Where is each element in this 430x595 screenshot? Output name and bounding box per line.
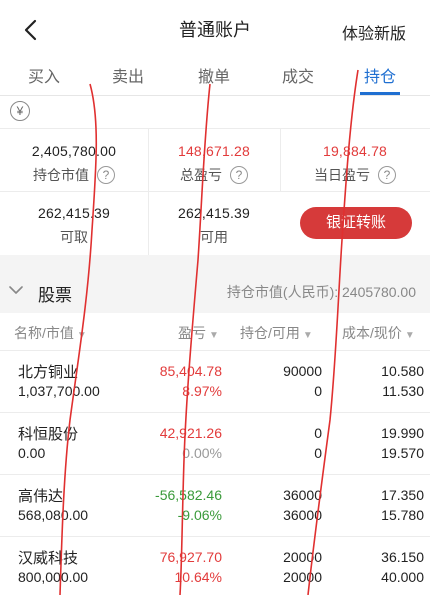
bank-securities-transfer-button[interactable]: 银证转账 bbox=[300, 207, 412, 239]
stock-section-title: 股票 bbox=[38, 286, 72, 305]
sort-icon: ▼ bbox=[302, 330, 313, 341]
withdrawable-value: 262,415.39 bbox=[37, 205, 111, 221]
stock-profit-loss-pct: 8.97% bbox=[182, 383, 222, 399]
column-cost-price[interactable]: 成本/现价 ▼ bbox=[342, 323, 415, 343]
stock-holding: 0 bbox=[314, 425, 322, 441]
stock-holding: 36000 bbox=[283, 487, 322, 503]
column-holding-available[interactable]: 持仓/可用 ▼ bbox=[240, 323, 313, 343]
stock-profit-loss: 42,921.26 bbox=[159, 425, 222, 441]
sort-icon: ▼ bbox=[76, 330, 87, 341]
position-value: 2,405,780.00 bbox=[31, 143, 117, 159]
stock-profit-loss-pct: -9.06% bbox=[177, 507, 222, 523]
stock-cost: 36.150 bbox=[381, 549, 424, 565]
experience-new-version-button[interactable]: 体验新版 bbox=[342, 20, 406, 44]
trade-tabs: 买入 卖出 撤单 成交 持仓 bbox=[0, 58, 430, 96]
help-icon[interactable]: ? bbox=[378, 166, 396, 184]
positions-column-header: 名称/市值 ▼ 盈亏 ▼ 持仓/可用 ▼ 成本/现价 ▼ bbox=[0, 313, 430, 351]
available-value: 262,415.39 bbox=[177, 205, 251, 221]
active-tab-indicator bbox=[360, 92, 400, 95]
withdrawable-label: 可取 bbox=[60, 229, 88, 245]
stock-price: 11.530 bbox=[382, 383, 424, 399]
stock-available: 0 bbox=[314, 445, 322, 461]
stock-profit-loss-pct: 0.00% bbox=[182, 445, 222, 461]
tab-deals[interactable]: 成交 bbox=[282, 63, 314, 87]
stock-holding: 20000 bbox=[283, 549, 322, 565]
tab-sell[interactable]: 卖出 bbox=[112, 63, 144, 87]
stock-available: 0 bbox=[314, 383, 322, 399]
position-value-cell: 2,405,780.00 持仓市值 ? bbox=[0, 143, 148, 185]
position-row[interactable]: 北方铜业 1,037,700.00 85,404.78 8.97% 90000 0 10.5… bbox=[0, 351, 430, 413]
tab-cancel[interactable]: 撤单 bbox=[198, 63, 230, 87]
stock-price: 19.570 bbox=[381, 445, 424, 461]
stock-name: 汉威科技 bbox=[18, 550, 79, 567]
total-pl-label: 总盈亏 bbox=[180, 167, 222, 183]
stock-cost: 10.580 bbox=[381, 363, 424, 379]
withdrawable-cell: 262,415.39 可取 bbox=[0, 205, 148, 247]
stock-available: 36000 bbox=[283, 507, 322, 523]
tab-buy[interactable]: 买入 bbox=[28, 63, 60, 87]
stock-name: 北方铜业 bbox=[18, 364, 79, 381]
stock-market-value: 0.00 bbox=[18, 445, 46, 461]
help-icon[interactable]: ? bbox=[97, 166, 115, 184]
total-pl-value: 148,671.28 bbox=[177, 143, 251, 159]
currency-yuan-icon[interactable]: ¥ bbox=[10, 101, 30, 121]
stock-name: 高伟达 bbox=[18, 488, 64, 505]
position-row[interactable]: 科恒股份 0.00 42,921.26 0.00% 0 0 19.990 19.570 bbox=[0, 413, 430, 475]
stock-name: 科恒股份 bbox=[18, 426, 79, 443]
position-value-label: 持仓市值 bbox=[33, 167, 89, 183]
stock-market-value: 1,037,700.00 bbox=[18, 383, 100, 399]
divider bbox=[0, 191, 430, 192]
stock-profit-loss: 85,404.78 bbox=[159, 363, 222, 379]
available-cell: 262,415.39 可用 bbox=[148, 205, 280, 247]
stock-section-header[interactable]: 股票 持仓市值(人民币): 2405780.00 bbox=[0, 269, 430, 313]
today-pl-label: 当日盈亏 bbox=[314, 167, 370, 183]
stock-cost: 17.350 bbox=[381, 487, 424, 503]
stock-market-value: 568,080.00 bbox=[18, 507, 89, 523]
top-bar: 普通账户 体验新版 bbox=[0, 0, 430, 58]
stock-market-value: 持仓市值(人民币): 2405780.00 bbox=[226, 284, 416, 300]
stock-available: 20000 bbox=[283, 569, 322, 585]
stock-cost: 19.990 bbox=[381, 425, 424, 441]
sort-icon: ▼ bbox=[404, 330, 415, 341]
help-icon[interactable]: ? bbox=[230, 166, 248, 184]
stock-price: 40.000 bbox=[381, 569, 424, 585]
today-pl-cell: 19,884.78 当日盈亏 ? bbox=[280, 143, 430, 185]
stock-market-value: 800,000.00 bbox=[18, 569, 89, 585]
divider bbox=[0, 128, 430, 129]
stock-holding: 90000 bbox=[283, 363, 322, 379]
section-spacer bbox=[0, 255, 430, 269]
column-profit-loss[interactable]: 盈亏 ▼ bbox=[178, 323, 219, 343]
available-label: 可用 bbox=[200, 229, 228, 245]
stock-profit-loss-pct: 10.64% bbox=[174, 569, 222, 585]
position-row[interactable]: 汉威科技 800,000.00 76,927.70 10.64% 20000 20000 3… bbox=[0, 537, 430, 595]
today-pl-value: 19,884.78 bbox=[322, 143, 388, 159]
column-name-market-value[interactable]: 名称/市值 ▼ bbox=[14, 323, 87, 343]
stock-profit-loss: -56,582.46 bbox=[155, 487, 222, 503]
sort-icon: ▼ bbox=[209, 330, 219, 341]
tab-positions[interactable]: 持仓 bbox=[364, 63, 396, 87]
position-row[interactable]: 高伟达 568,080.00 -56,582.46 -9.06% 36000 36000 1… bbox=[0, 475, 430, 537]
stock-price: 15.780 bbox=[381, 507, 424, 523]
chevron-down-icon[interactable] bbox=[9, 285, 23, 295]
total-pl-cell: 148,671.28 总盈亏 ? bbox=[148, 143, 280, 185]
stock-profit-loss: 76,927.70 bbox=[159, 549, 222, 565]
